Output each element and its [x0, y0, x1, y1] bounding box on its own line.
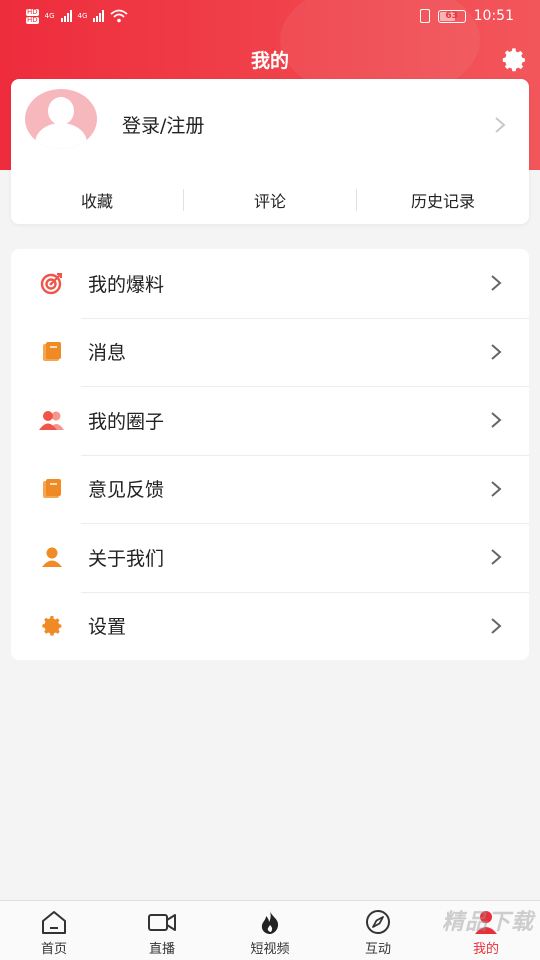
page-title: 我的	[250, 50, 289, 72]
wifi-icon	[110, 9, 129, 23]
comments-link[interactable]: 评论	[184, 188, 356, 212]
menu-item-my-reports[interactable]: 我的爆料	[11, 249, 529, 318]
people-icon	[39, 407, 65, 433]
history-link[interactable]: 历史记录	[357, 188, 529, 212]
profile-card: 登录/注册 收藏 评论 历史记录	[11, 79, 529, 224]
video-camera-icon	[147, 909, 177, 935]
chevron-right-icon	[491, 275, 502, 292]
menu-item-about-us[interactable]: 关于我们	[11, 523, 529, 592]
tab-interact[interactable]: 互动	[324, 901, 432, 960]
network-label: 4G	[77, 12, 88, 20]
menu-item-label: 我的圈子	[88, 410, 165, 433]
chevron-right-icon	[491, 549, 502, 566]
signal-icon	[60, 10, 72, 22]
chevron-right-icon	[491, 343, 502, 360]
book-icon	[39, 339, 65, 365]
menu-item-messages[interactable]: 消息	[11, 317, 529, 387]
hd-badge: HD	[26, 15, 39, 24]
watermark: 精品下载	[441, 910, 534, 935]
battery-level: 63	[445, 11, 458, 21]
chevron-right-icon	[491, 412, 502, 429]
menu-item-my-circles[interactable]: 我的圈子	[11, 386, 529, 455]
signal-icon	[93, 10, 105, 22]
network-label: 4G	[44, 12, 55, 20]
menu-item-settings[interactable]: 设置	[11, 591, 529, 661]
quick-links: 收藏 评论 历史记录	[11, 183, 529, 217]
book-icon	[39, 476, 65, 502]
compass-icon	[363, 909, 393, 935]
gear-icon[interactable]	[500, 46, 528, 74]
menu-item-feedback[interactable]: 意见反馈	[11, 454, 529, 524]
login-register-link[interactable]: 登录/注册	[122, 111, 204, 138]
status-right: 63 10:51	[419, 8, 514, 24]
menu-item-label: 意见反馈	[88, 479, 165, 502]
vibrate-icon	[419, 9, 430, 23]
gear-icon	[39, 613, 65, 639]
status-left: HD HD 4G 4G	[26, 7, 129, 24]
avatar[interactable]	[25, 89, 97, 149]
tab-live[interactable]: 直播	[108, 901, 216, 960]
status-bar: HD HD 4G 4G 63 10:51	[0, 0, 540, 32]
tab-label: 互动	[364, 942, 391, 957]
battery-icon: 63	[437, 9, 466, 23]
tab-label: 短视频	[250, 942, 290, 957]
hd-badge: HD	[26, 7, 39, 16]
tab-label: 我的	[472, 942, 499, 957]
home-icon	[39, 909, 69, 935]
tab-home[interactable]: 首页	[0, 901, 108, 960]
favorites-link[interactable]: 收藏	[11, 188, 183, 212]
hd-badges: HD HD	[26, 7, 39, 24]
menu-list: 我的爆料 消息 我的圈子 意见反馈 关于我们 设置	[11, 249, 529, 660]
target-icon	[39, 270, 65, 296]
person-icon	[39, 544, 65, 570]
chevron-right-icon	[491, 480, 502, 497]
menu-item-label: 设置	[88, 616, 127, 639]
menu-item-label: 我的爆料	[88, 273, 165, 296]
tab-label: 直播	[148, 942, 175, 957]
flame-icon	[255, 909, 285, 935]
tab-label: 首页	[40, 942, 67, 957]
chevron-right-icon	[491, 617, 502, 634]
menu-item-label: 关于我们	[88, 547, 165, 570]
chevron-right-icon[interactable]	[493, 115, 507, 135]
clock: 10:51	[473, 8, 514, 24]
menu-item-label: 消息	[88, 342, 127, 365]
tab-short-video[interactable]: 短视频	[216, 901, 324, 960]
